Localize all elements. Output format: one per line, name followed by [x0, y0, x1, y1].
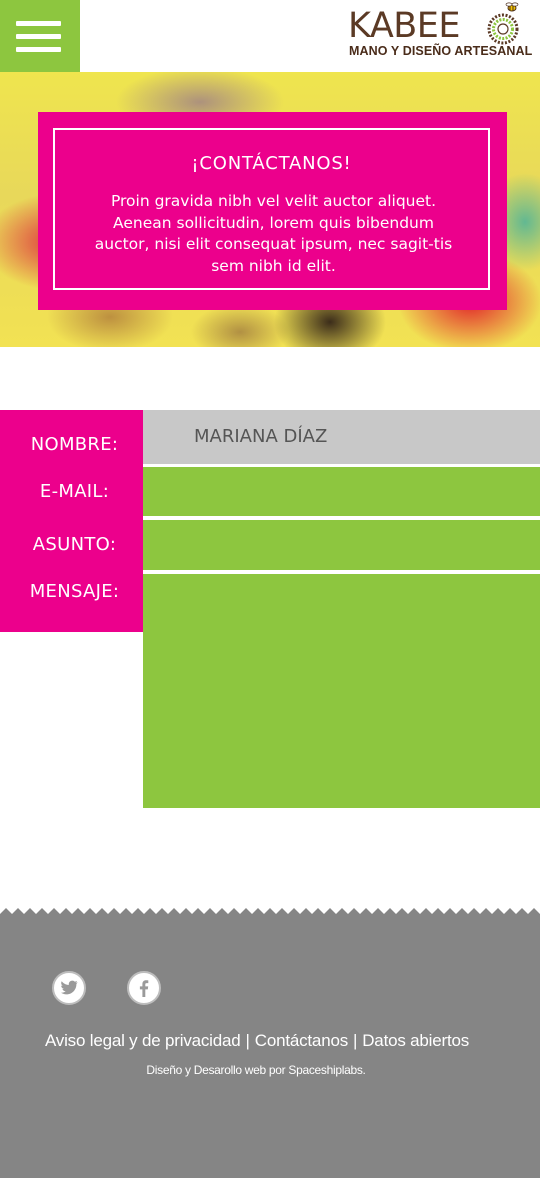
footer-body: Aviso legal y de privacidad | Contáctanos |…	[0, 921, 540, 1178]
hero-description: Proin gravida nibh vel velit auctor aliq…	[94, 192, 453, 275]
mensaje-field[interactable]	[143, 574, 540, 808]
basket-bee-logo-icon	[487, 2, 519, 45]
hamburger-menu-icon	[16, 21, 61, 26]
footer-links: Aviso legal y de privacidad | Contáctanos |…	[0, 1031, 514, 1051]
footer-separator: |	[245, 1031, 250, 1050]
email-field[interactable]	[143, 467, 540, 516]
site-footer: Aviso legal y de privacidad | Contáctanos |…	[0, 908, 540, 1178]
page-title: ¡CONTÁCTANOS!	[191, 153, 352, 174]
footer-link-datos-abiertos[interactable]: Datos abiertos	[362, 1031, 469, 1050]
footer-separator: |	[353, 1031, 358, 1050]
footer-credit: Diseño y Desarollo web por Spaceshiplabs…	[146, 1063, 366, 1077]
logo-tagline: MANO Y DISEÑO ARTESANAL	[349, 44, 533, 58]
nombre-label: NOMBRE:	[30, 434, 119, 455]
hero-contact-panel: ¡CONTÁCTANOS! Proin gravida nibh vel vel…	[38, 112, 507, 310]
hero-panel-border: ¡CONTÁCTANOS! Proin gravida nibh vel vel…	[53, 128, 490, 290]
nombre-field[interactable]: MARIANA DÍAZ	[143, 410, 540, 464]
twitter-icon[interactable]	[52, 971, 86, 1005]
facebook-icon[interactable]	[127, 971, 161, 1005]
footer-link-contactanos[interactable]: Contáctanos	[255, 1031, 348, 1050]
logo-wordmark: KABEE	[348, 6, 461, 46]
asunto-field[interactable]	[143, 520, 540, 570]
mensaje-label: MENSAJE:	[29, 581, 120, 602]
hero-banner: ¡CONTÁCTANOS! Proin gravida nibh vel vel…	[0, 72, 540, 347]
contact-form-labels: NOMBRE: E-MAIL: ASUNTO: MENSAJE:	[0, 410, 143, 632]
email-label: E-MAIL:	[39, 481, 110, 502]
footer-zigzag-edge	[0, 908, 540, 922]
asunto-label: ASUNTO:	[32, 534, 117, 555]
footer-link-aviso-legal[interactable]: Aviso legal y de privacidad	[45, 1031, 241, 1050]
site-header: KABEE MANO Y DISEÑO ARTESANAL	[0, 0, 540, 72]
site-logo[interactable]: KABEE MANO Y DISEÑO ARTESANAL	[346, 2, 532, 64]
menu-button[interactable]	[0, 0, 80, 72]
